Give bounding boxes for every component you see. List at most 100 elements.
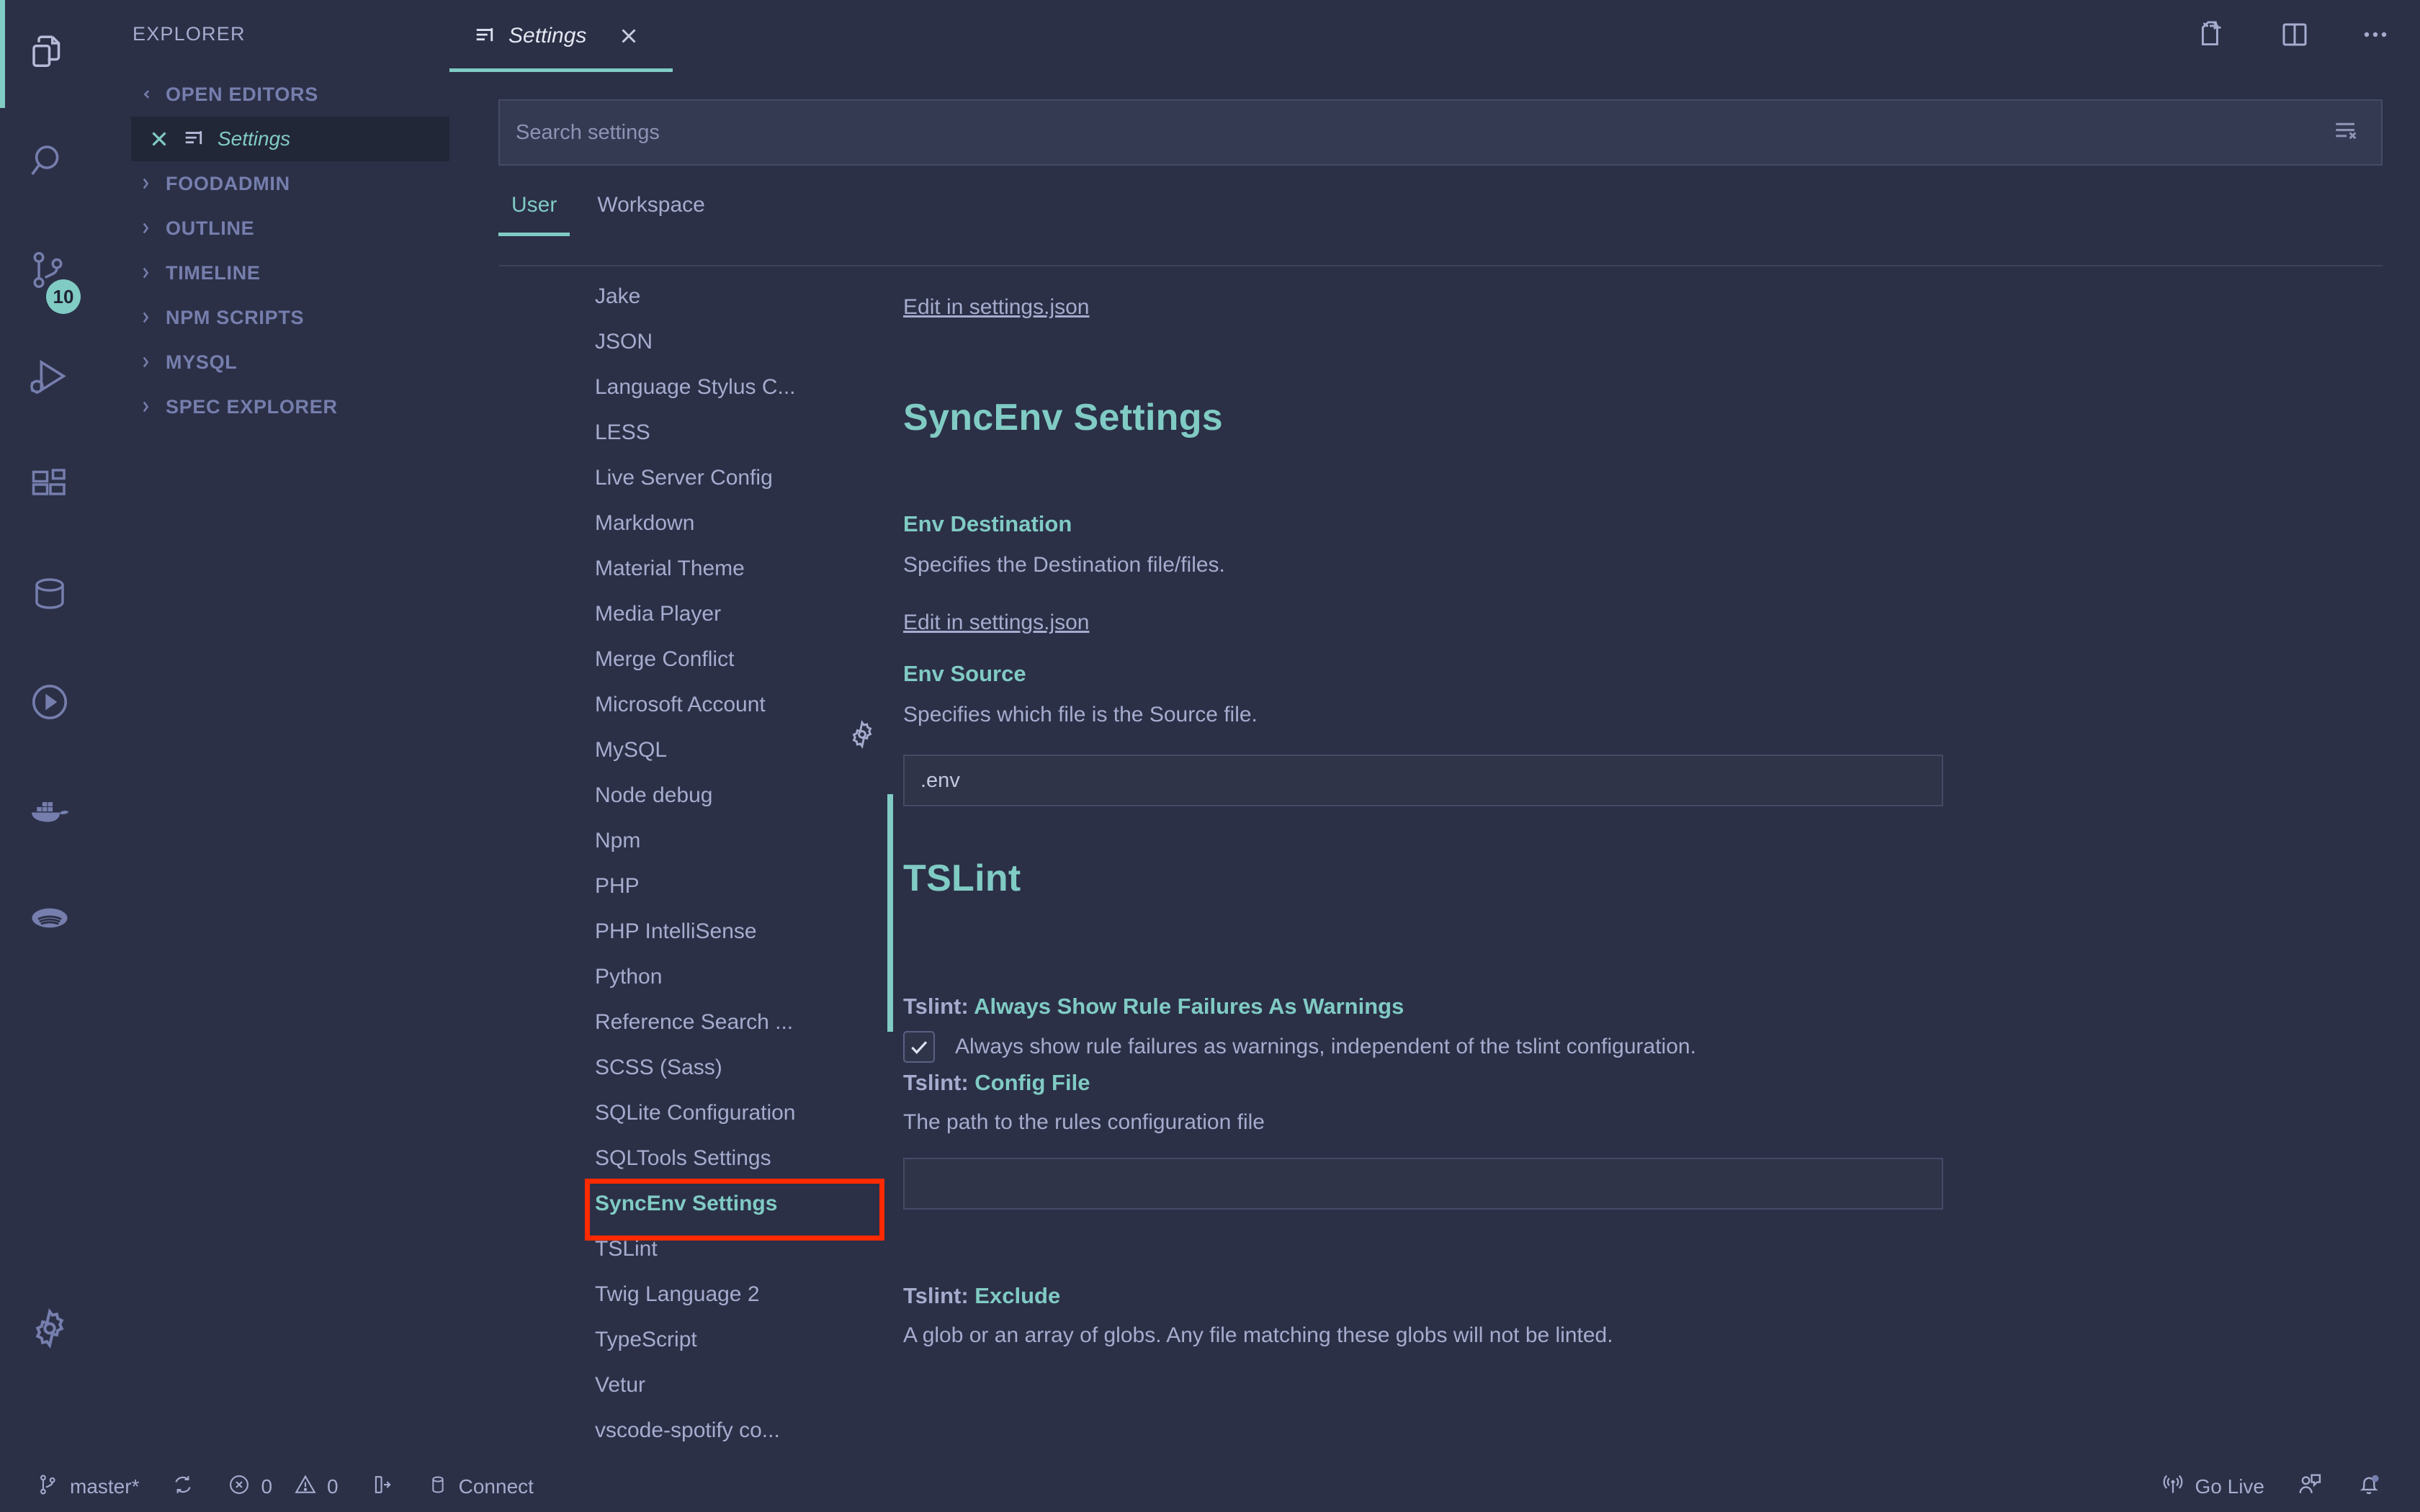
tab-active-underline: [449, 68, 673, 72]
status-sync[interactable]: [155, 1462, 211, 1512]
sidebar-section-spec-explorer[interactable]: SPEC EXPLORER: [99, 384, 449, 429]
status-go-live[interactable]: Go Live: [2144, 1462, 2281, 1512]
setting-name: Config File: [974, 1070, 1090, 1095]
activity-bar-item-docker[interactable]: [0, 756, 99, 864]
source-control-icon: [36, 1472, 60, 1502]
toc-item-npm[interactable]: Npm: [498, 818, 902, 863]
setting-prefix: Tslint:: [903, 1070, 974, 1095]
search-settings-wrap: Search settings: [498, 99, 2383, 166]
env-source-input[interactable]: .env: [903, 755, 1943, 806]
toc-item-live-server-config[interactable]: Live Server Config: [498, 455, 902, 500]
toc-item-sqlite-configuration[interactable]: SQLite Configuration: [498, 1090, 902, 1135]
toc-item-twig-language-2[interactable]: Twig Language 2: [498, 1272, 902, 1317]
sidebar-section-mysql[interactable]: MYSQL: [99, 340, 449, 384]
toc-item-typescript[interactable]: TypeScript: [498, 1317, 902, 1362]
toc-item-jake[interactable]: Jake: [498, 274, 902, 319]
open-file-icon[interactable]: [2195, 17, 2231, 56]
toc-item-vetur[interactable]: Vetur: [498, 1362, 902, 1408]
clear-filter-icon[interactable]: [2331, 115, 2362, 150]
activity-bar-item-database[interactable]: [0, 540, 99, 648]
toc-item-material-theme[interactable]: Material Theme: [498, 546, 902, 591]
toc-item-less[interactable]: LESS: [498, 410, 902, 455]
bell-dot-icon: [2355, 1471, 2383, 1503]
toc-item-php-intellisense[interactable]: PHP IntelliSense: [498, 909, 902, 954]
activity-bar-item-run-and-debug[interactable]: [0, 324, 99, 432]
status-connect-label: Connect: [459, 1475, 534, 1498]
toc-item-sqltools-settings[interactable]: SQLTools Settings: [498, 1135, 902, 1181]
status-bar: master* 0: [0, 1462, 2420, 1512]
split-editor-icon[interactable]: [2277, 17, 2312, 55]
setting-desc-env-source: Specifies which file is the Source file.: [903, 703, 1258, 727]
tab-workspace[interactable]: Workspace: [584, 189, 718, 236]
status-branch-label: master*: [70, 1475, 139, 1498]
status-notifications[interactable]: [2339, 1462, 2398, 1512]
toc-item-php[interactable]: PHP: [498, 863, 902, 909]
activity-bar-item-explorer[interactable]: [0, 0, 99, 108]
settings-toc-tree[interactable]: Jake JSON Language Stylus C... LESS Live…: [498, 274, 902, 1462]
setting-prefix: Tslint:: [903, 994, 974, 1019]
tab-bar: Settings: [449, 0, 2420, 72]
toc-item-media-player[interactable]: Media Player: [498, 591, 902, 636]
toc-item-reference-search[interactable]: Reference Search ...: [498, 999, 902, 1045]
toc-item-mysql[interactable]: MySQL: [498, 727, 902, 773]
toc-item-scss-sass[interactable]: SCSS (Sass): [498, 1045, 902, 1090]
sidebar-section-open-editors[interactable]: OPEN EDITORS: [99, 72, 449, 117]
activity-bar-item-extensions[interactable]: [0, 432, 99, 540]
toc-item-vscode-spotify[interactable]: vscode-spotify co...: [498, 1408, 902, 1453]
status-database-connect[interactable]: Connect: [411, 1462, 550, 1512]
settings-file-icon: [183, 128, 205, 150]
edit-in-settings-json-link[interactable]: Edit in settings.json: [903, 295, 1089, 320]
open-editor-settings[interactable]: Settings: [131, 117, 449, 161]
activity-bar-item-manage[interactable]: [0, 1274, 99, 1382]
config-file-input[interactable]: [903, 1158, 1943, 1210]
activity-bar: 10: [0, 0, 99, 1462]
toc-item-python[interactable]: Python: [498, 954, 902, 999]
docker-icon: [26, 786, 73, 834]
settings-tabs-divider: [498, 265, 2383, 266]
activity-bar-item-search[interactable]: [0, 108, 99, 216]
search-icon: [27, 140, 72, 184]
tab-label: Settings: [508, 24, 586, 48]
always-show-rule-failures-checkbox-row[interactable]: Always show rule failures as warnings, i…: [903, 1031, 1696, 1063]
group-title-syncenv: SyncEnv Settings: [903, 396, 1223, 439]
activity-bar-item-spotify[interactable]: [0, 864, 99, 972]
tab-settings[interactable]: Settings: [449, 0, 673, 72]
status-remote[interactable]: [354, 1462, 411, 1512]
sidebar-section-timeline[interactable]: TIMELINE: [99, 251, 449, 295]
settings-content: Edit in settings.json SyncEnv Settings E…: [903, 274, 2383, 1462]
toc-item-json[interactable]: JSON: [498, 319, 902, 364]
ellipsis-icon[interactable]: [2358, 17, 2393, 55]
gear-icon: [27, 1305, 73, 1351]
activity-bar-item-source-control[interactable]: 10: [0, 216, 99, 324]
sidebar-section-label: TIMELINE: [166, 262, 261, 284]
status-live-share[interactable]: [2280, 1462, 2339, 1512]
setting-name: Env Source: [903, 661, 1026, 686]
search-input[interactable]: Search settings: [498, 99, 2383, 166]
extensions-icon: [28, 464, 71, 508]
sidebar-section-foodadmin[interactable]: FOODADMIN: [99, 161, 449, 206]
toc-item-language-stylus[interactable]: Language Stylus C...: [498, 364, 902, 410]
toc-item-merge-conflict[interactable]: Merge Conflict: [498, 636, 902, 682]
settings-toc-scrollbar[interactable]: [887, 794, 893, 1032]
setting-desc-exclude: A glob or an array of globs. Any file ma…: [903, 1323, 1613, 1348]
setting-gear-icon[interactable]: [846, 718, 879, 751]
sidebar-section-label: OPEN EDITORS: [166, 84, 318, 106]
close-icon[interactable]: [617, 24, 641, 48]
toc-item-markdown[interactable]: Markdown: [498, 500, 902, 546]
checkbox[interactable]: [903, 1031, 935, 1063]
env-destination-edit-link[interactable]: Edit in settings.json: [903, 611, 1089, 635]
close-icon[interactable]: [147, 127, 171, 151]
sidebar-section-outline[interactable]: OUTLINE: [99, 206, 449, 251]
sidebar-section-label: SPEC EXPLORER: [166, 396, 338, 418]
toc-item-node-debug[interactable]: Node debug: [498, 773, 902, 818]
toc-item-tslint[interactable]: TSLint: [498, 1226, 902, 1272]
activity-bar-item-test-explorer[interactable]: [0, 648, 99, 756]
setting-name: Env Destination: [903, 511, 1072, 536]
status-branch[interactable]: master*: [20, 1462, 155, 1512]
tab-user[interactable]: User: [498, 189, 570, 236]
sidebar-section-npm-scripts[interactable]: NPM SCRIPTS: [99, 295, 449, 340]
toc-item-microsoft-account[interactable]: Microsoft Account: [498, 682, 902, 727]
chevron-right-icon: [137, 174, 156, 193]
status-problems[interactable]: 0 0: [211, 1462, 354, 1512]
toc-item-syncenv-settings[interactable]: SyncEnv Settings: [498, 1181, 902, 1226]
